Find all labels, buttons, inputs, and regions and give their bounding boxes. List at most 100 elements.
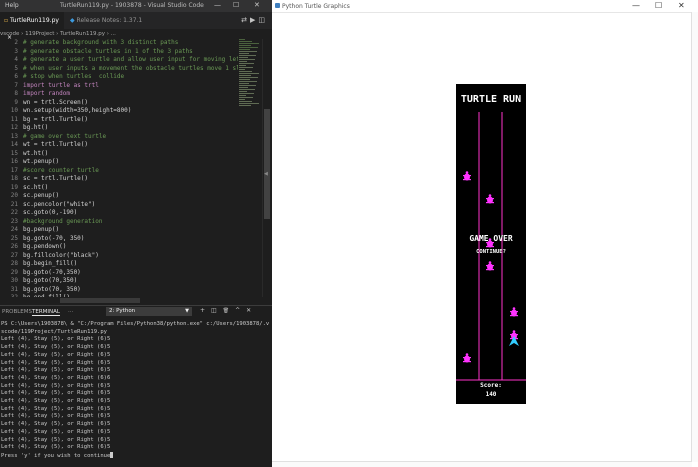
code-line[interactable]: 14 wt = trtl.Turtle() xyxy=(0,141,238,150)
line-number: 11 xyxy=(10,115,18,123)
code-line[interactable]: 13 # game over text turtle xyxy=(0,133,238,142)
minimize-button[interactable]: — xyxy=(214,1,221,9)
terminal-text: Left (4), Stay (5), or Right (6)5 xyxy=(1,413,111,420)
vscode-titlebar: Help TurtleRun119.py - 1903878 - Visual … xyxy=(0,0,272,12)
code-line[interactable]: 31 bg.goto(70, 350) xyxy=(0,286,238,295)
tab-problems[interactable]: PROBLEMS xyxy=(2,309,32,315)
code-text: bg.goto(70,350) xyxy=(23,277,78,284)
maximize-button[interactable]: ☐ xyxy=(655,1,662,10)
code-line[interactable]: 18 sc = trtl.Turtle() xyxy=(0,175,238,184)
minimap-line xyxy=(239,83,249,84)
tab-release-notes[interactable]: ◆ Release Notes: 1.37.1 xyxy=(66,12,144,29)
code-line[interactable]: 4 # generate a user turtle and allow user… xyxy=(0,56,238,65)
editor-tabs: ▫ TurtleRun119.py × ◆ Release Notes: 1.3… xyxy=(0,12,272,41)
code-line[interactable]: 22 sc.goto(0,-190) xyxy=(0,209,238,218)
minimap-line xyxy=(239,105,251,106)
code-line[interactable]: 29 bg.goto(-70,350) xyxy=(0,269,238,278)
terminal[interactable]: PS C:\Users\1903878\ & "C:/Program Files… xyxy=(0,319,272,467)
obstacle-turtle xyxy=(463,353,471,363)
close-panel-icon[interactable]: ✕ xyxy=(246,307,257,314)
more-icon[interactable]: ··· xyxy=(68,309,73,315)
line-number: 28 xyxy=(10,260,18,267)
code-text: bg.penup() xyxy=(23,226,60,233)
code-line[interactable]: 5 # when user inputs a movement the obsta… xyxy=(0,65,238,74)
maximize-panel-icon[interactable]: ^ xyxy=(235,307,246,314)
code-text: # generate a user turtle and allow user … xyxy=(23,56,238,63)
code-line[interactable]: 19 sc.ht() xyxy=(0,184,238,193)
turtle-window-title: Python Turtle Graphics xyxy=(282,3,350,10)
code-line[interactable]: 20 sc.penup() xyxy=(0,192,238,201)
code-line[interactable]: 21 sc.pencolor("white") xyxy=(0,201,238,210)
code-line[interactable]: 28 bg.begin_fill() xyxy=(0,260,238,269)
code-text: import random xyxy=(23,90,70,97)
code-text: wt = trtl.Turtle() xyxy=(23,141,89,148)
line-number: 32 xyxy=(0,294,18,297)
code-text: # stop when turtles collide xyxy=(23,73,125,80)
code-line[interactable]: 9 wn = trtl.Screen() xyxy=(0,99,238,108)
code-line[interactable]: 24 bg.penup() xyxy=(0,226,238,235)
code-line[interactable]: 12 bg.ht() xyxy=(0,124,238,133)
split-terminal-icon[interactable]: ◫ xyxy=(211,307,223,314)
editor-scrollbar[interactable]: ◀ xyxy=(262,39,271,297)
breadcrumb[interactable]: vscode › 119Project › TurtleRun119.py › … xyxy=(0,29,272,39)
editor-actions[interactable]: ⇄▶◫ xyxy=(241,16,268,24)
code-line[interactable]: 30 bg.goto(70,350) xyxy=(0,277,238,286)
code-text: bg.begin_fill() xyxy=(23,260,78,267)
turtle-titlebar: Python Turtle Graphics — ☐ ✕ xyxy=(272,0,698,13)
code-text: bg.pendown() xyxy=(23,243,67,250)
scrollbar-thumb[interactable] xyxy=(264,109,270,219)
vscode-window: Help TurtleRun119.py - 1903878 - Visual … xyxy=(0,0,272,467)
code-line[interactable]: 23 #background generation xyxy=(0,218,238,227)
maximize-button[interactable]: ☐ xyxy=(233,1,239,9)
horizontal-scrollbar[interactable] xyxy=(60,298,140,303)
turtle-horizontal-scrollbar[interactable] xyxy=(272,461,692,467)
code-line[interactable]: 25 bg.goto(-70, 350) xyxy=(0,235,238,244)
tab-terminal[interactable]: TERMINAL xyxy=(32,309,60,316)
tab-turtlerun[interactable]: ▫ TurtleRun119.py × xyxy=(0,12,64,41)
obstacle-turtle xyxy=(510,307,518,317)
code-line[interactable]: 7 import turtle as trtl xyxy=(0,82,238,91)
close-button[interactable]: ✕ xyxy=(678,1,685,10)
code-text: # generate obstacle turtles in 1 of the … xyxy=(23,47,193,55)
new-terminal-icon[interactable]: + xyxy=(200,307,211,314)
code-line[interactable]: 6 # stop when turtles collide xyxy=(0,73,238,82)
code-text: bg.end_fill() xyxy=(23,294,70,297)
terminal-select-value: 2: Python xyxy=(109,308,136,314)
code-line[interactable]: 2 # generate background with 3 distinct p… xyxy=(0,39,238,48)
terminal-text: Left (4), Stay (5), or Right (6)5 xyxy=(1,444,111,451)
code-text: sc.goto(0,-190) xyxy=(23,209,78,216)
minimap[interactable] xyxy=(238,39,262,109)
score-value: 140 xyxy=(486,391,497,398)
code-line[interactable]: 3 # generate obstacle turtles in 1 of the… xyxy=(0,48,238,57)
code-text: wt.penup() xyxy=(23,158,60,165)
code-line[interactable]: 32 bg.end_fill() xyxy=(0,294,238,297)
trash-icon[interactable]: 🗑 xyxy=(223,308,235,314)
terminal-text: Left (4), Stay (5), or Right (6)5 xyxy=(1,351,111,358)
code-line[interactable]: 17 #score counter turtle xyxy=(0,167,238,176)
minimap-line xyxy=(239,71,252,72)
code-line[interactable]: 15 wt.ht() xyxy=(0,150,238,159)
code-editor[interactable]: 2 # generate background with 3 distinct p… xyxy=(0,39,238,297)
terminal-cursor xyxy=(110,451,114,458)
code-line[interactable]: 16 wt.penup() xyxy=(0,158,238,167)
terminal-select[interactable]: 2: Python ▼ xyxy=(106,307,192,316)
menu-help[interactable]: Help xyxy=(5,2,19,9)
line-number: 25 xyxy=(10,234,18,242)
minimap-line xyxy=(239,45,251,46)
code-line[interactable]: 11 bg = trtl.Turtle() xyxy=(0,116,238,125)
code-line[interactable]: 10 wn.setup(width=350,height=800) xyxy=(0,107,238,116)
line-number: 26 xyxy=(10,243,18,250)
scroll-arrow-icon[interactable]: ◀ xyxy=(264,171,268,177)
code-text: #score counter turtle xyxy=(23,166,99,174)
close-button[interactable]: ✕ xyxy=(254,1,260,9)
minimize-button[interactable]: — xyxy=(632,1,640,10)
line-number: 7 xyxy=(14,81,18,89)
minimap-line xyxy=(239,85,256,86)
code-line[interactable]: 27 bg.fillcolor("black") xyxy=(0,252,238,261)
terminal-line: scode/119Project/TurtleRun119.py xyxy=(1,329,107,337)
game-canvas[interactable]: TURTLE RUN GAME OVER CONTINUE? Score: 14… xyxy=(456,84,526,404)
code-line[interactable]: 8 import random xyxy=(0,90,238,99)
code-line[interactable]: 26 bg.pendown() xyxy=(0,243,238,252)
line-number: 29 xyxy=(10,268,18,276)
turtle-vertical-scrollbar[interactable] xyxy=(691,12,698,462)
